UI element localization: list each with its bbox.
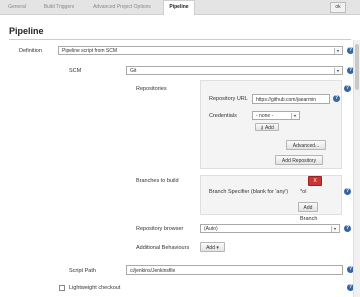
add-repository-button[interactable]: Add Repository (275, 155, 323, 165)
section-title: Pipeline (9, 26, 44, 36)
repository-browser-value: (Auto) (204, 226, 218, 232)
credentials-label: Credentials (209, 113, 237, 119)
repository-url-input[interactable]: https://github.com/jaearmin (252, 94, 330, 104)
repository-browser-help-icon[interactable]: ? (344, 225, 351, 232)
repositories-help-icon[interactable]: ? (344, 85, 351, 92)
tabbar-right-button[interactable]: ok (330, 2, 346, 13)
add-branch-button[interactable]: Add (298, 202, 318, 212)
chevron-down-icon: ▾ (331, 226, 338, 232)
repository-browser-label: Repository browser (136, 226, 184, 232)
section-divider (9, 39, 351, 40)
branch-specifier-help-icon[interactable]: ? (344, 188, 351, 195)
scm-select[interactable]: Git ▾ (126, 66, 343, 75)
branch-specifier-label: Branch Specifier (blank for 'any') (209, 189, 289, 195)
advanced-button[interactable]: Advanced... (286, 140, 326, 150)
scm-label: SCM (69, 68, 82, 74)
credentials-select-value: - none - (256, 113, 274, 119)
add-credentials-label: Add (264, 125, 274, 131)
repository-url-label: Repository URL (209, 96, 248, 102)
delete-branch-button[interactable]: X (308, 176, 322, 186)
chevron-down-icon: ▾ (291, 113, 298, 119)
definition-label: Definition (19, 48, 42, 54)
tab-build-triggers[interactable]: Build Triggers (36, 1, 82, 13)
repository-url-help-icon[interactable]: ? (333, 95, 340, 102)
script-path-label: Script Path (69, 268, 96, 274)
chevron-down-icon: ▾ (216, 245, 219, 251)
script-path-input[interactable]: ci/jenkins/Jenkinsfile (126, 265, 343, 275)
add-behaviour-label: Add (206, 245, 215, 251)
credentials-select[interactable]: - none - ▾ (252, 111, 300, 120)
repository-browser-select[interactable]: (Auto) ▾ (200, 224, 340, 233)
branch-specifier-input[interactable]: *ol (300, 189, 306, 195)
chevron-down-icon: ▾ (334, 48, 341, 54)
definition-select-value: Pipeline script from SCM (62, 48, 118, 54)
lightweight-checkout-label: Lightweight checkout (69, 285, 121, 291)
definition-select[interactable]: Pipeline script from SCM ▾ (58, 46, 343, 55)
add-behaviour-button[interactable]: Add ▾ (200, 242, 225, 252)
repositories-label: Repositories (136, 86, 167, 92)
tab-advanced-project-options[interactable]: Advanced Project Options (86, 1, 158, 13)
branches-label: Branches to build (136, 178, 179, 184)
additional-behaviours-label: Additional Behaviours (136, 245, 190, 251)
chevron-down-icon: ▾ (334, 68, 341, 74)
add-credentials-button[interactable]: ⚷ Add (255, 123, 279, 131)
add-branch-label: Branch (300, 216, 318, 222)
tab-general[interactable]: General (4, 1, 30, 13)
tab-pipeline[interactable]: Pipeline (163, 0, 195, 15)
scm-select-value: Git (130, 68, 137, 74)
lightweight-checkout-checkbox[interactable] (59, 285, 65, 291)
scrollbar-thumb[interactable] (355, 44, 359, 90)
